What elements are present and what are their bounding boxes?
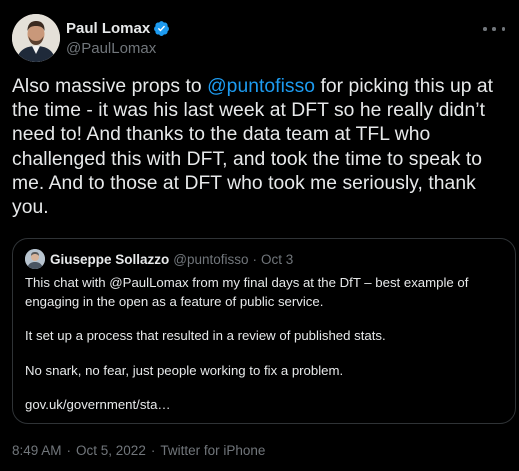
tweet-date[interactable]: Oct 5, 2022 xyxy=(76,443,146,458)
tweet-source: Twitter for iPhone xyxy=(160,443,266,458)
more-options-icon[interactable] xyxy=(483,20,505,38)
quoted-tweet-text: This chat with @PaulLomax from my final … xyxy=(25,274,505,415)
quoted-paragraph: This chat with @PaulLomax from my final … xyxy=(25,275,469,309)
quoted-tweet[interactable]: Giuseppe Sollazzo @puntofisso · Oct 3 Th… xyxy=(12,238,516,424)
tweet-meta: 8:49 AM · Oct 5, 2022 · Twitter for iPhone xyxy=(12,443,265,458)
quoted-author-handle: @puntofisso xyxy=(173,251,249,267)
quoted-paragraph: It set up a process that resulted in a r… xyxy=(25,328,386,343)
quoted-date: Oct 3 xyxy=(261,251,294,267)
quoted-author-avatar xyxy=(25,249,45,269)
verified-badge-icon xyxy=(153,20,170,37)
mention-link[interactable]: @puntofisso xyxy=(207,76,315,97)
meta-separator: · xyxy=(150,443,156,458)
more-dot xyxy=(492,27,496,31)
tweet-time[interactable]: 8:49 AM xyxy=(12,443,62,458)
tweet-header: Paul Lomax @PaulLomax xyxy=(12,14,507,62)
meta-separator: · xyxy=(66,443,72,458)
quoted-paragraph: No snark, no fear, just people working t… xyxy=(25,362,344,378)
more-dot xyxy=(483,27,487,31)
author-names: Paul Lomax @PaulLomax xyxy=(66,18,170,57)
quoted-separator: · xyxy=(252,251,258,267)
author-display-name[interactable]: Paul Lomax xyxy=(66,20,150,37)
quoted-link: gov.uk/government/sta… xyxy=(25,397,171,412)
tweet: Paul Lomax @PaulLomax Also massive props… xyxy=(0,0,519,471)
tweet-text-after: for picking this up at the time - it was… xyxy=(12,76,494,219)
more-dot xyxy=(501,27,505,31)
tweet-text: Also massive props to @puntofisso for pi… xyxy=(12,75,512,220)
quoted-author-name: Giuseppe Sollazzo xyxy=(50,251,170,267)
quoted-tweet-header: Giuseppe Sollazzo @puntofisso · Oct 3 xyxy=(25,249,293,269)
author-avatar[interactable] xyxy=(12,14,60,62)
tweet-text-before: Also massive props to xyxy=(12,76,208,97)
author-handle[interactable]: @PaulLomax xyxy=(66,40,170,57)
